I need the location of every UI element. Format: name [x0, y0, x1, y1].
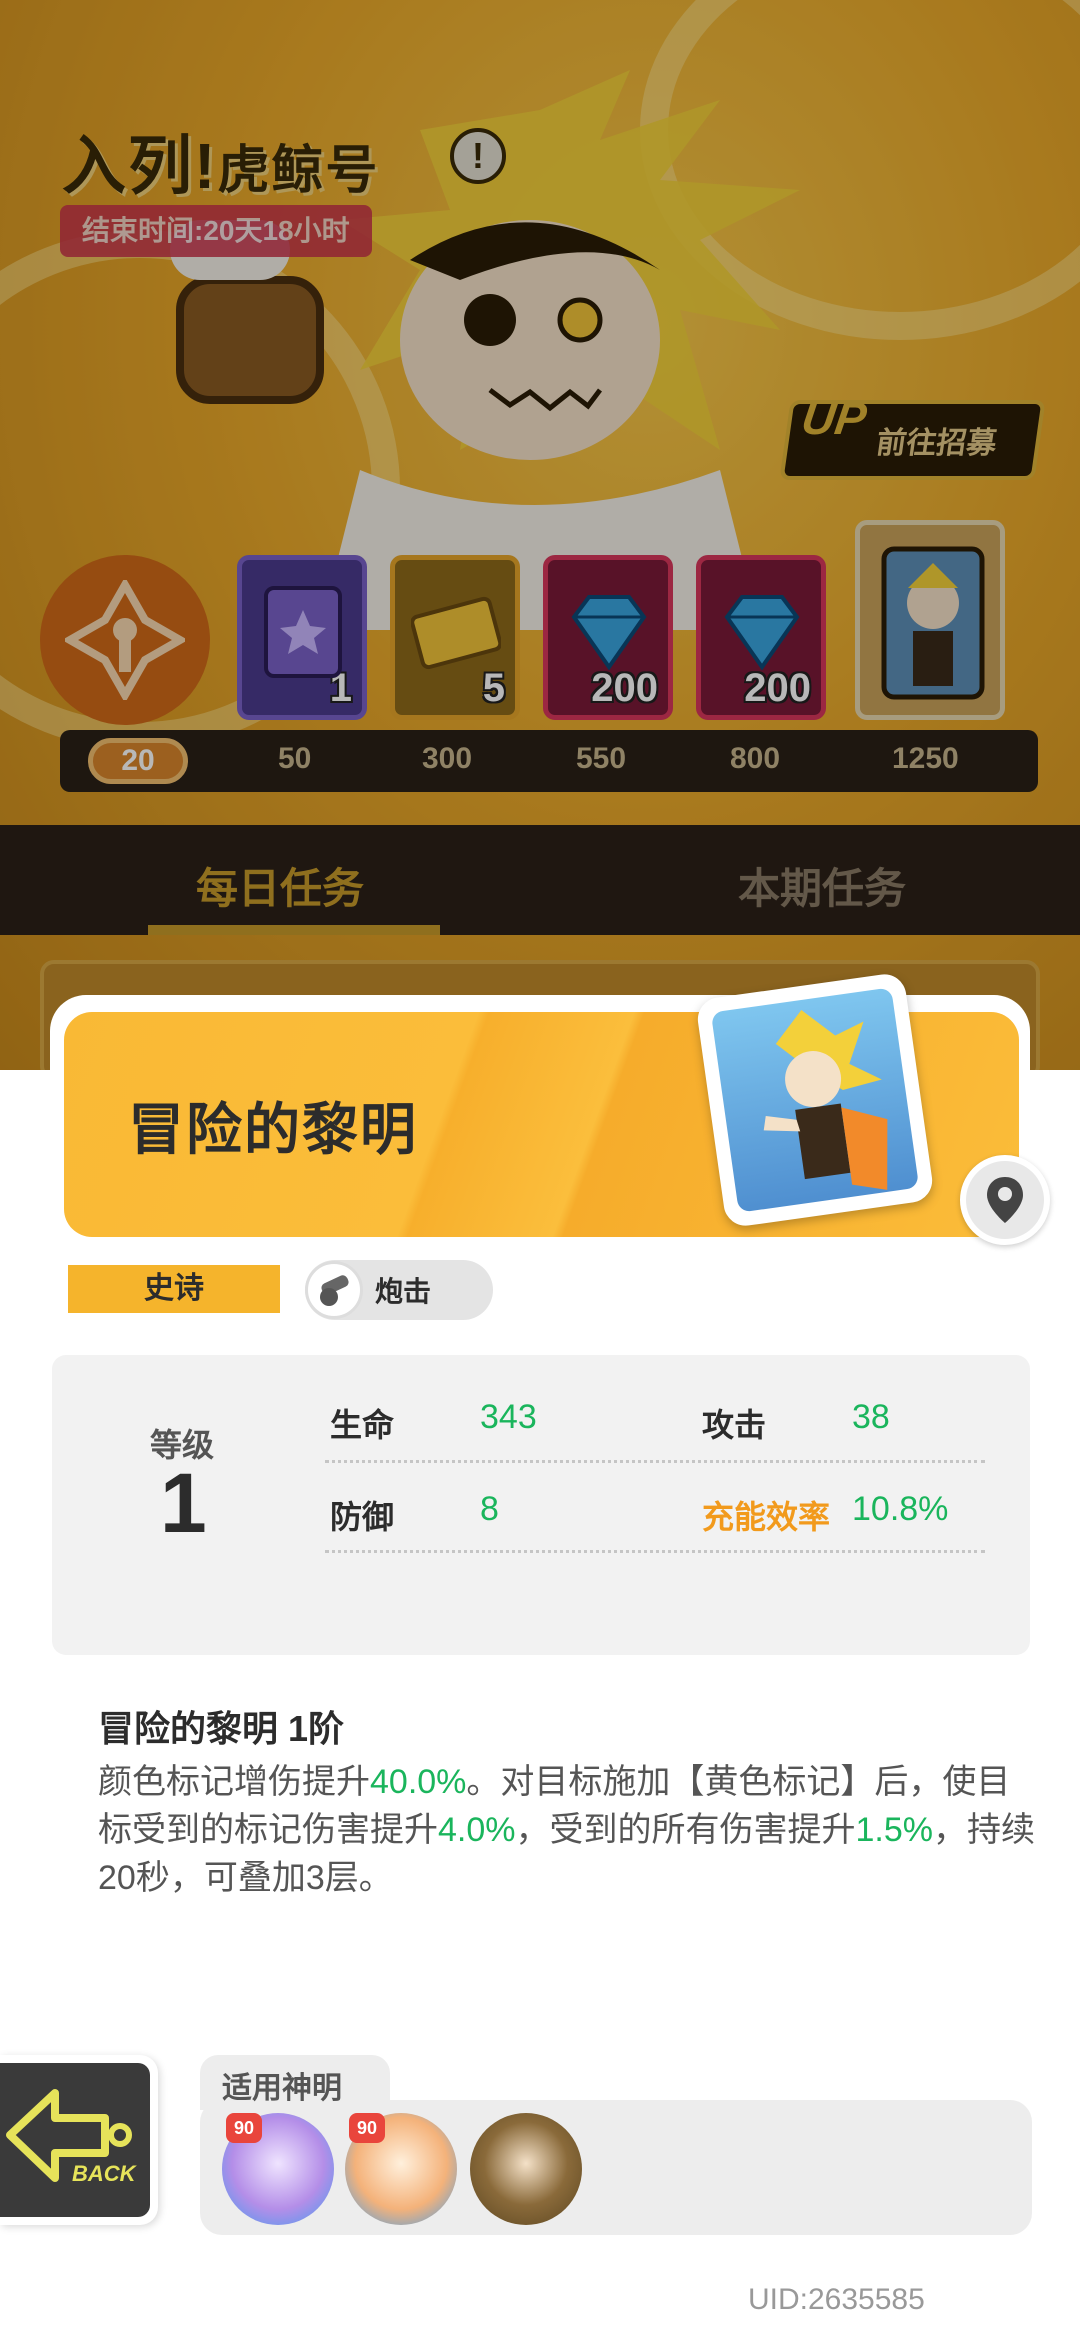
divider: [325, 1460, 985, 1463]
god-level-badge: 90: [226, 2113, 262, 2143]
attack-value: 38: [852, 1398, 890, 1436]
hp-label: 生命: [330, 1407, 395, 1443]
divider: [325, 1550, 985, 1553]
hp-value: 343: [480, 1398, 537, 1436]
defense-label: 防御: [330, 1499, 395, 1535]
back-arrow-icon: [6, 2089, 132, 2182]
defense-value: 8: [480, 1490, 499, 1528]
god-avatar-dark[interactable]: [470, 2113, 582, 2225]
card-name: 冒险的黎明: [128, 1098, 418, 1161]
god-avatar-purple[interactable]: 90: [222, 2113, 334, 2225]
recruit-banner: 入列!虎鲸号 ! 结束时间:20天18小时 UP 前往招募 1 5 200 20…: [0, 0, 1080, 1070]
card-type-label: 炮击: [375, 1276, 432, 1307]
skill-description: 颜色标记增伤提升40.0%。对目标施加【黄色标记】后，使目标受到的标记伤害提升4…: [98, 1763, 1035, 1897]
skill-title: 冒险的黎明 1阶: [98, 1708, 345, 1749]
user-id: UID:2635585: [748, 2283, 925, 2316]
card-character-image: [763, 1010, 888, 1190]
energy-efficiency-value: 10.8%: [852, 1490, 949, 1528]
energy-efficiency-label: 充能效率: [702, 1499, 831, 1535]
level-value: 1: [160, 1456, 207, 1550]
location-pin-icon: [987, 1177, 1023, 1223]
cannon-icon: [305, 1261, 363, 1319]
applicable-gods-label: 适用神明: [222, 2072, 342, 2105]
location-button[interactable]: [960, 1155, 1050, 1245]
modal-overlay[interactable]: [0, 0, 1080, 1070]
god-level-badge: 90: [349, 2113, 385, 2143]
rarity-badge: 史诗: [68, 1265, 280, 1313]
back-button[interactable]: BACK: [0, 2055, 158, 2225]
card-portrait: [695, 971, 935, 1229]
card-type-badge: 炮击: [305, 1260, 493, 1320]
back-label: BACK: [72, 2161, 136, 2186]
attack-label: 攻击: [702, 1407, 767, 1443]
god-avatar-orange[interactable]: 90: [345, 2113, 457, 2225]
